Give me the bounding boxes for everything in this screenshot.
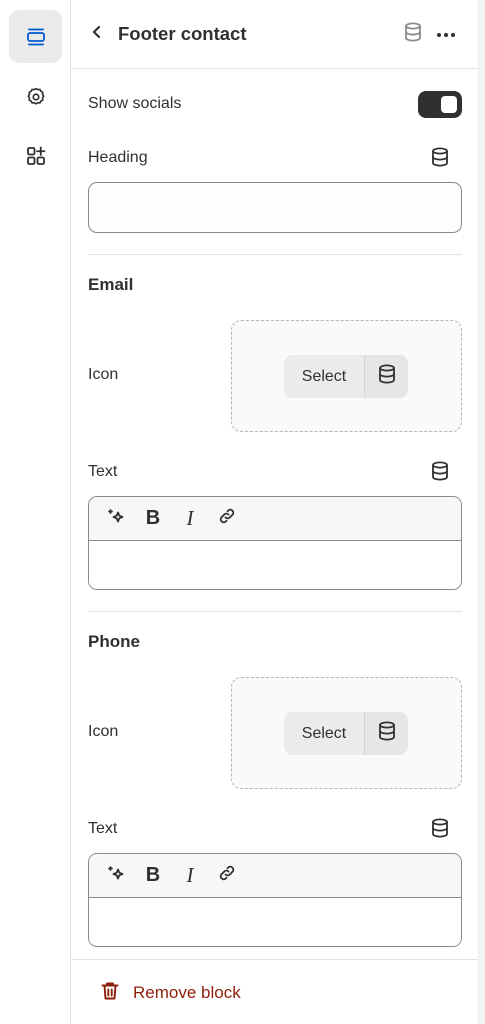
divider [88,611,462,612]
panel-header: Footer contact [71,0,478,69]
panel-footer: Remove block [71,959,478,1024]
ai-generate-button[interactable] [99,503,133,535]
show-socials-label: Show socials [88,95,182,112]
database-icon [431,818,449,843]
toggle-knob [441,96,457,113]
database-icon [431,147,449,172]
database-icon [378,721,396,746]
left-rail [0,0,71,1024]
apps-add-icon [25,145,47,167]
phone-text-editor: B I [88,853,462,947]
email-select-group: Select [284,355,408,398]
dynamic-source-button[interactable] [401,22,425,46]
email-icon-picker[interactable]: Select [231,320,462,432]
more-actions-button[interactable] [432,20,460,48]
email-text-editor: B I [88,496,462,590]
phone-icon-dynamic-source-button[interactable] [365,712,408,755]
bold-icon: B [145,507,161,529]
email-icon-dynamic-source-button[interactable] [365,355,408,398]
database-icon [431,461,449,486]
italic-button[interactable]: I [173,503,207,535]
italic-button[interactable]: I [173,860,207,892]
email-section-title: Email [88,275,134,294]
phone-select-group: Select [284,712,408,755]
email-text-input[interactable] [89,541,461,589]
phone-section-title: Phone [88,632,140,651]
link-button[interactable] [210,503,244,535]
link-icon [217,506,237,531]
show-socials-toggle[interactable] [418,91,462,118]
rail-settings-button[interactable] [9,70,62,123]
phone-icon-label: Icon [88,723,119,740]
magic-sparkle-icon [106,863,126,888]
rail-apps-button[interactable] [9,129,62,182]
database-icon [404,22,422,47]
trash-icon [101,981,119,1006]
gear-icon [25,86,47,108]
phone-text-label: Text [88,820,118,837]
page-title: Footer contact [118,23,247,44]
bold-icon: B [145,864,161,886]
phone-text-dynamic-source-button[interactable] [428,818,452,842]
more-horizontal-icon [436,25,456,43]
chevron-left-icon [90,24,104,45]
sections-icon [25,26,47,48]
rich-text-toolbar: B I [89,854,461,898]
back-button[interactable] [83,20,111,48]
bold-button[interactable]: B [136,860,170,892]
heading-dynamic-source-button[interactable] [428,147,452,171]
divider [88,254,462,255]
italic-icon: I [186,863,194,887]
remove-block-label: Remove block [133,983,241,1002]
rail-sections-button[interactable] [9,10,62,63]
email-select-button[interactable]: Select [284,355,365,398]
phone-text-input[interactable] [89,898,461,946]
email-icon-label: Icon [88,366,119,383]
ai-generate-button[interactable] [99,860,133,892]
italic-icon: I [186,506,194,530]
database-icon [378,364,396,389]
phone-select-button[interactable]: Select [284,712,365,755]
phone-icon-picker[interactable]: Select [231,677,462,789]
remove-block-button[interactable]: Remove block [101,980,241,1006]
rich-text-toolbar: B I [89,497,461,541]
bold-button[interactable]: B [136,503,170,535]
block-settings-panel: Footer contact Show socials Heading Emai… [71,0,478,1024]
link-icon [217,863,237,888]
heading-label: Heading [88,149,148,166]
scrollbar[interactable] [478,0,485,1024]
email-text-label: Text [88,463,118,480]
link-button[interactable] [210,860,244,892]
heading-input[interactable] [88,182,462,233]
email-text-dynamic-source-button[interactable] [428,461,452,485]
magic-sparkle-icon [106,506,126,531]
